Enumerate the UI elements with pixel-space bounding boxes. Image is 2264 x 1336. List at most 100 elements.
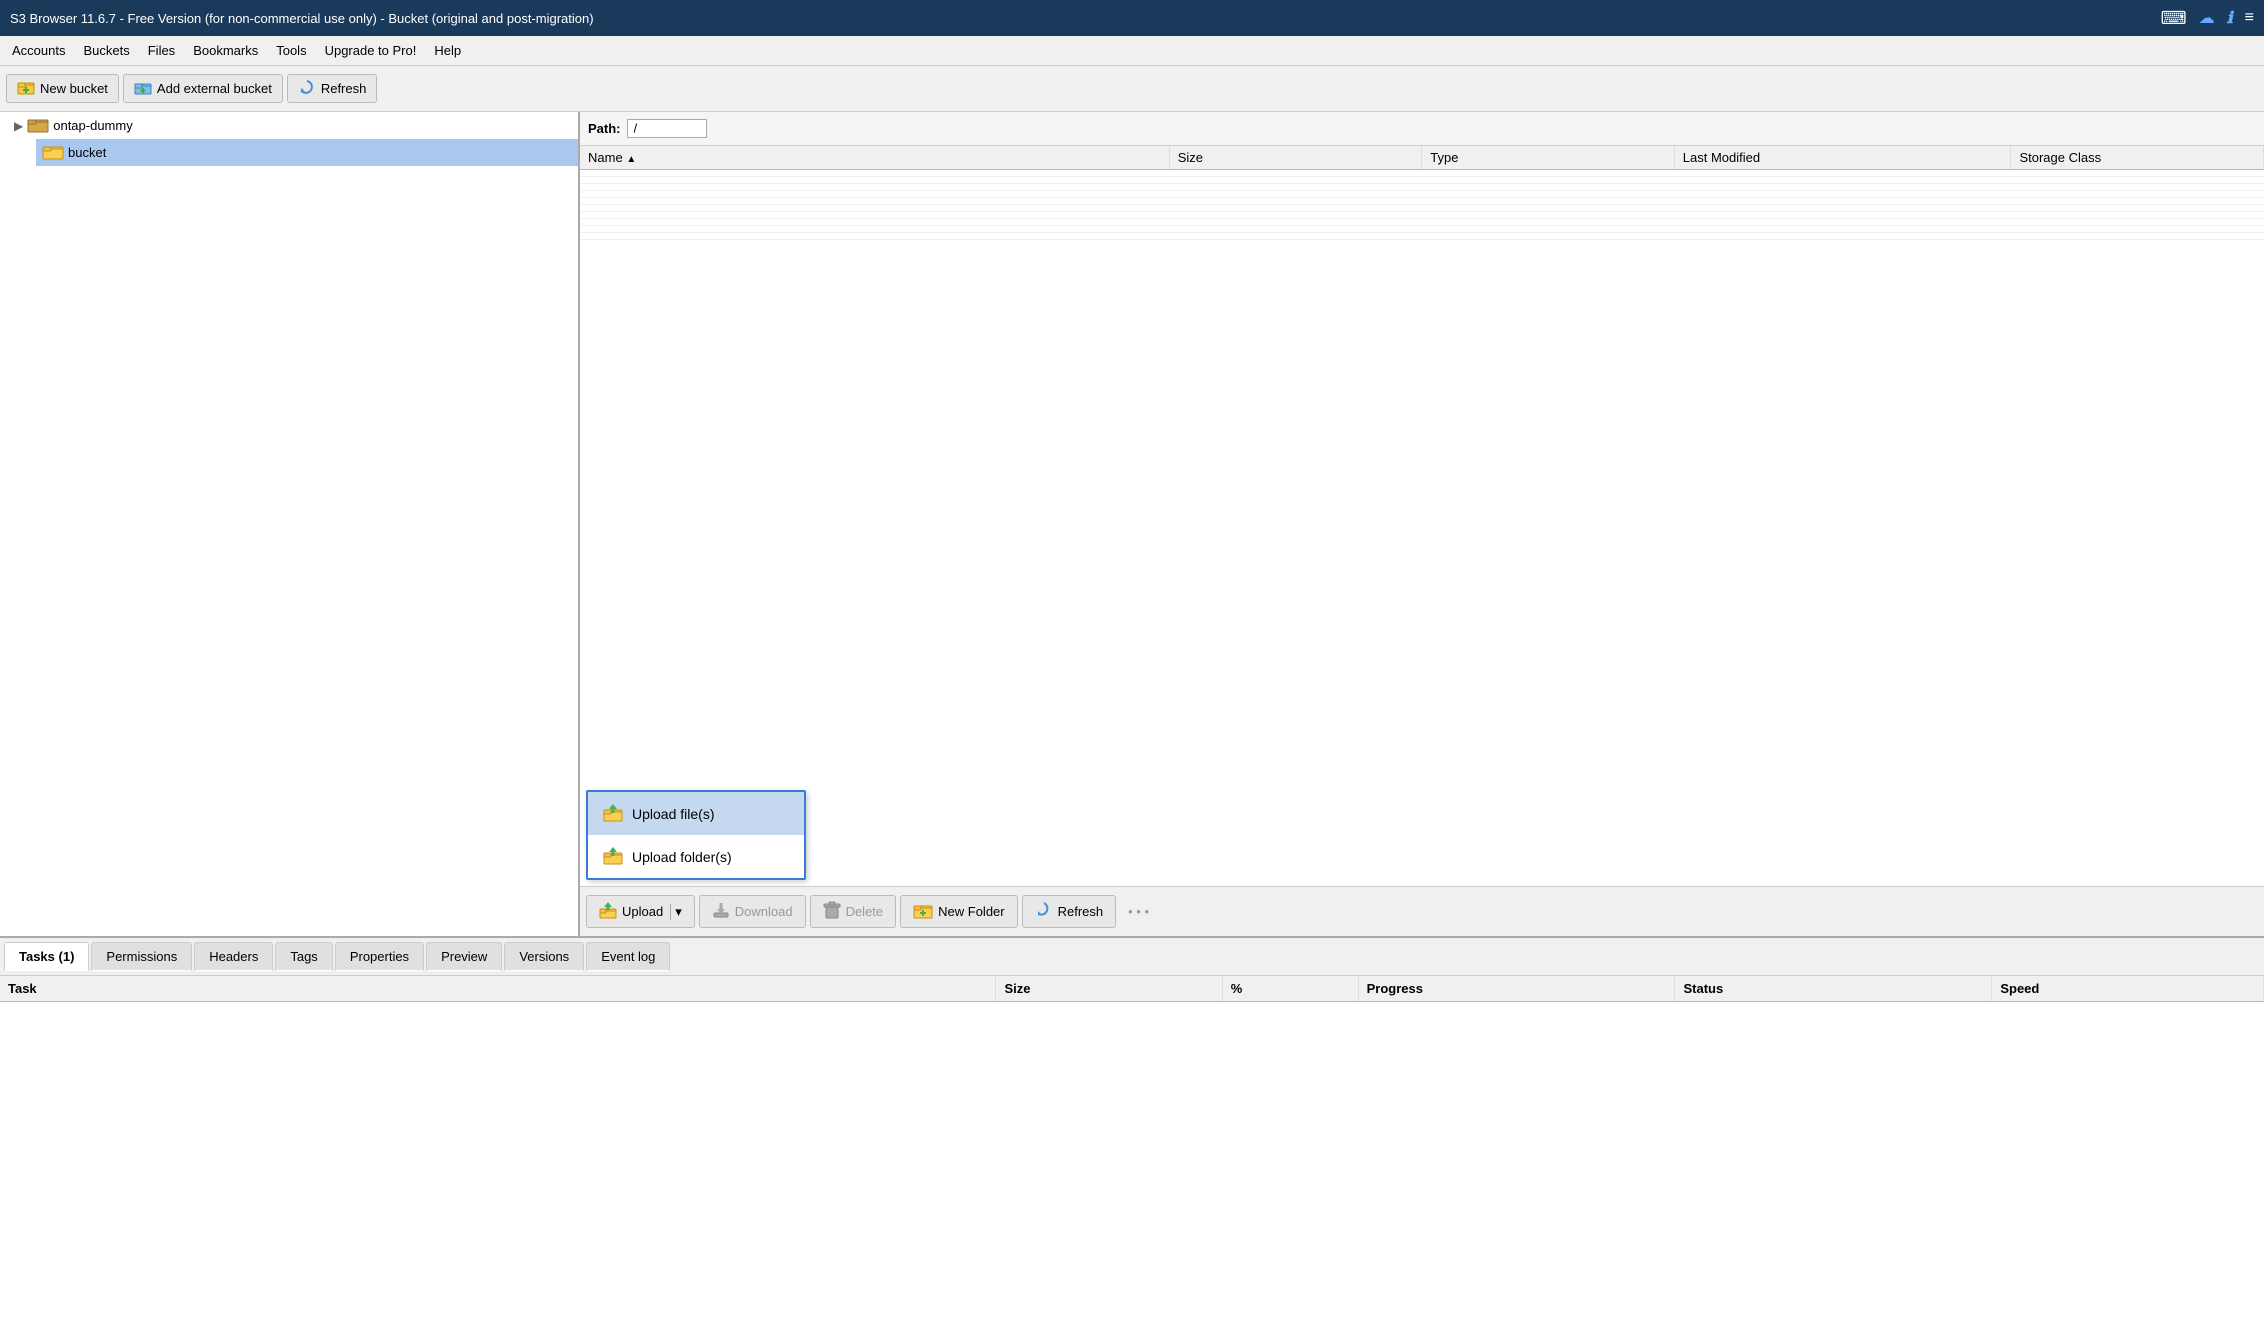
add-external-bucket-button[interactable]: Add external bucket	[123, 74, 283, 103]
file-table: Name ▲ Size Type Last Modified Storage C…	[580, 146, 2264, 886]
bucket-folder-icon	[42, 142, 64, 163]
menu-accounts[interactable]: Accounts	[4, 40, 73, 61]
upload-context-menu: Upload file(s) Upload folder(s)	[586, 790, 806, 880]
upload-files-label: Upload file(s)	[632, 806, 714, 822]
tasks-col-status: Status	[1675, 976, 1992, 1002]
tasks-col-progress: Progress	[1358, 976, 1675, 1002]
tabs-bar: Tasks (1) Permissions Headers Tags Prope…	[0, 938, 2264, 976]
table-row	[580, 177, 2264, 184]
new-folder-label: New Folder	[938, 904, 1004, 919]
tab-tags[interactable]: Tags	[275, 942, 332, 971]
tasks-col-percent: %	[1222, 976, 1358, 1002]
root-folder-icon	[27, 115, 49, 136]
file-refresh-button[interactable]: Refresh	[1022, 895, 1117, 928]
tree-item-bucket[interactable]: bucket	[36, 139, 578, 166]
tab-preview[interactable]: Preview	[426, 942, 502, 971]
table-row	[0, 1002, 2264, 1003]
upload-label: Upload	[622, 904, 663, 919]
table-row	[580, 226, 2264, 233]
menu-files[interactable]: Files	[140, 40, 183, 61]
new-folder-icon	[913, 901, 933, 922]
col-modified[interactable]: Last Modified	[1674, 146, 2011, 170]
menu-bookmarks[interactable]: Bookmarks	[185, 40, 266, 61]
menu-tools[interactable]: Tools	[268, 40, 314, 61]
tab-versions[interactable]: Versions	[504, 942, 584, 971]
col-name[interactable]: Name ▲	[580, 146, 1169, 170]
col-type[interactable]: Type	[1422, 146, 1675, 170]
table-row	[580, 212, 2264, 219]
new-bucket-label: New bucket	[40, 81, 108, 96]
upload-folder-label: Upload folder(s)	[632, 849, 732, 865]
toolbar-refresh-label: Refresh	[321, 81, 367, 96]
new-bucket-icon	[17, 79, 35, 98]
menu-bar: Accounts Buckets Files Bookmarks Tools U…	[0, 36, 2264, 66]
tab-tasks[interactable]: Tasks (1)	[4, 942, 89, 971]
menu-buckets[interactable]: Buckets	[75, 40, 137, 61]
upload-files-option[interactable]: Upload file(s)	[588, 792, 804, 835]
download-button[interactable]: Download	[699, 895, 806, 928]
add-external-icon	[134, 79, 152, 98]
app-title: S3 Browser 11.6.7 - Free Version (for no…	[10, 11, 594, 26]
menu-upgrade[interactable]: Upgrade to Pro!	[317, 40, 425, 61]
path-input[interactable]	[627, 119, 707, 138]
tab-event-log[interactable]: Event log	[586, 942, 670, 971]
new-bucket-button[interactable]: New bucket	[6, 74, 119, 103]
upload-btn-container: Upload ▾	[586, 895, 695, 928]
upload-files-icon	[602, 802, 624, 825]
upload-button[interactable]: Upload ▾	[586, 895, 695, 928]
table-row	[580, 233, 2264, 240]
table-row	[580, 198, 2264, 205]
tab-properties[interactable]: Properties	[335, 942, 424, 971]
tree-child-bucket: bucket	[8, 139, 578, 166]
col-storage[interactable]: Storage Class	[2011, 146, 2264, 170]
path-bar: Path:	[580, 112, 2264, 146]
tree-bucket-label: bucket	[68, 145, 106, 160]
delete-button[interactable]: Delete	[810, 895, 897, 928]
title-bar: S3 Browser 11.6.7 - Free Version (for no…	[0, 0, 2264, 36]
dots-separator: • • •	[1120, 904, 1157, 919]
table-row	[580, 205, 2264, 212]
tab-permissions[interactable]: Permissions	[91, 942, 192, 971]
add-external-label: Add external bucket	[157, 81, 272, 96]
tasks-table: Task Size % Progress Status Speed	[0, 976, 2264, 1336]
upload-icon	[599, 901, 617, 922]
file-refresh-icon	[1035, 901, 1053, 922]
tasks-col-size: Size	[996, 976, 1222, 1002]
tasks-col-task: Task	[0, 976, 996, 1002]
path-label: Path:	[588, 121, 621, 136]
main-toolbar: New bucket Add external bucket Refresh	[0, 66, 2264, 112]
keyboard-icon[interactable]: ⌨	[2161, 8, 2187, 29]
tree-root: ▶ ontap-dummy	[0, 112, 578, 166]
info-icon[interactable]: ℹ	[2227, 8, 2233, 28]
right-panel: Path: Name ▲ Size Type Last Modified Sto…	[580, 112, 2264, 936]
col-size[interactable]: Size	[1169, 146, 1422, 170]
bottom-toolbar: Upload ▾ Download	[580, 886, 2264, 936]
table-row	[580, 219, 2264, 226]
upload-dropdown-arrow[interactable]: ▾	[670, 904, 682, 920]
title-bar-icons: ⌨ ☁ ℹ ≡	[2161, 8, 2254, 29]
tree-item-root[interactable]: ▶ ontap-dummy	[8, 112, 578, 139]
download-label: Download	[735, 904, 793, 919]
table-row	[580, 191, 2264, 198]
delete-icon	[823, 901, 841, 922]
cloud-icon[interactable]: ☁	[2199, 8, 2215, 28]
upload-folder-option[interactable]: Upload folder(s)	[588, 835, 804, 878]
download-icon	[712, 901, 730, 922]
menu-help[interactable]: Help	[426, 40, 469, 61]
tasks-col-speed: Speed	[1992, 976, 2264, 1002]
file-refresh-label: Refresh	[1058, 904, 1104, 919]
left-panel: ▶ ontap-dummy	[0, 112, 580, 936]
table-row	[580, 170, 2264, 177]
tab-headers[interactable]: Headers	[194, 942, 273, 971]
content-area: ▶ ontap-dummy	[0, 112, 2264, 936]
tree-root-label: ontap-dummy	[53, 118, 132, 133]
toolbar-refresh-button[interactable]: Refresh	[287, 74, 378, 103]
new-folder-button[interactable]: New Folder	[900, 895, 1017, 928]
tree-expand-icon: ▶	[14, 119, 23, 133]
table-row	[580, 184, 2264, 191]
main-container: ▶ ontap-dummy	[0, 112, 2264, 1336]
list-icon[interactable]: ≡	[2245, 9, 2254, 27]
bottom-panel: Tasks (1) Permissions Headers Tags Prope…	[0, 936, 2264, 1336]
delete-label: Delete	[846, 904, 884, 919]
upload-folder-icon	[602, 845, 624, 868]
